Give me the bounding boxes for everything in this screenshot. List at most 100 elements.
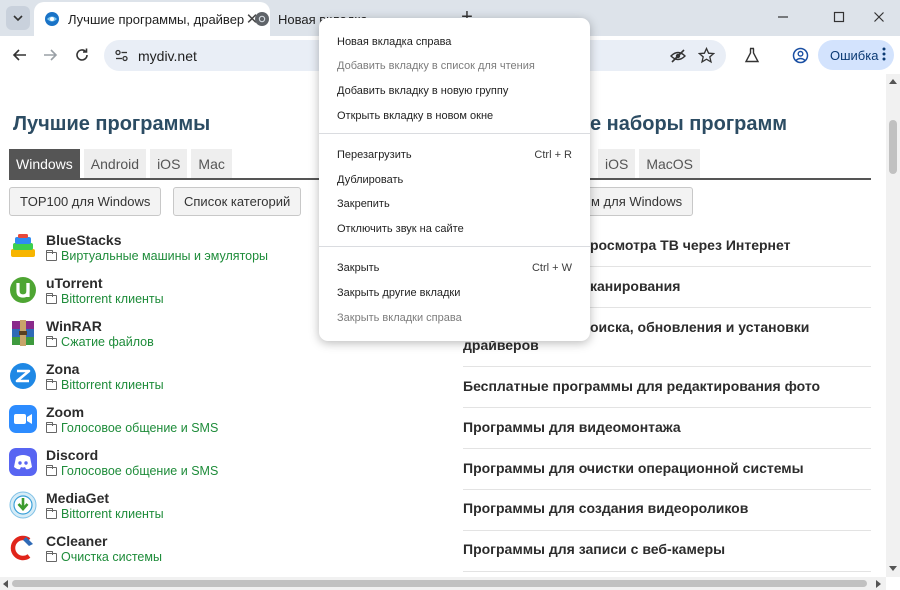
folder-icon [46, 292, 57, 304]
program-category[interactable]: Виртуальные машины и эмуляторы [46, 249, 268, 263]
folder-icon [46, 550, 57, 562]
forward-button[interactable] [36, 41, 64, 69]
profile-error-button[interactable]: Ошибка [818, 40, 894, 70]
program-name[interactable]: uTorrent [46, 275, 103, 291]
menu-close[interactable]: Закрыть Ctrl + W [319, 256, 590, 280]
menu-item-label: Закрепить [337, 198, 390, 210]
best-programs-title: Лучшие программы [13, 113, 211, 135]
divider [463, 530, 871, 531]
menu-new-tab-right[interactable]: Новая вкладка справа [319, 30, 590, 54]
close-window-button[interactable] [856, 0, 900, 34]
labs-button[interactable] [738, 41, 766, 69]
eye-off-icon[interactable] [670, 48, 686, 64]
zona-icon [10, 363, 36, 389]
program-category[interactable]: Голосовое общение и SMS [46, 421, 218, 435]
more-vert-icon[interactable] [882, 46, 886, 62]
set-item-video-creation[interactable]: Программы для создания видеороликов [463, 499, 871, 517]
set-item-webcam[interactable]: Программы для записи с веб-камеры [463, 540, 871, 558]
program-name[interactable]: Zoom [46, 404, 84, 420]
tab-ios[interactable]: iOS [598, 149, 636, 178]
menu-item-label: Добавить вкладку в новую группу [337, 85, 509, 97]
menu-duplicate[interactable]: Дублировать [319, 168, 590, 192]
scroll-down-icon[interactable] [889, 566, 897, 572]
horizontal-scrollbar[interactable] [0, 577, 886, 590]
program-category[interactable]: Bittorrent клиенты [46, 292, 164, 306]
vertical-scrollbar[interactable] [886, 74, 900, 577]
program-category[interactable]: Bittorrent клиенты [46, 378, 164, 392]
program-name[interactable]: BlueStacks [46, 232, 121, 248]
program-name[interactable]: WinRAR [46, 318, 102, 334]
menu-reload[interactable]: Перезагрузить Ctrl + R [319, 143, 590, 167]
category-label[interactable]: Очистка системы [61, 550, 162, 564]
site-info-icon[interactable] [114, 48, 129, 63]
program-name[interactable]: Discord [46, 447, 98, 463]
program-sets-title: е наборы программ [590, 113, 788, 135]
tab-ios[interactable]: iOS [150, 149, 188, 178]
set-item-video-editing[interactable]: Программы для видеомонтажа [463, 418, 871, 436]
category-label[interactable]: Голосовое общение и SMS [61, 464, 218, 478]
vertical-scroll-thumb[interactable] [889, 120, 897, 174]
program-item-zoom[interactable]: Zoom Голосовое общение и SMS [9, 404, 339, 446]
set-item-scan[interactable]: канирования [590, 277, 871, 295]
zoom-icon [9, 405, 37, 433]
category-label[interactable]: Bittorrent клиенты [61, 507, 164, 521]
program-name[interactable]: MediaGet [46, 490, 109, 506]
category-label[interactable]: Виртуальные машины и эмуляторы [61, 249, 268, 263]
tab-macos[interactable]: MacOS [639, 149, 701, 178]
set-item-tv[interactable]: росмотра ТВ через Интернет [590, 236, 871, 254]
category-label[interactable]: Голосовое общение и SMS [61, 421, 218, 435]
tab-context-menu: Новая вкладка справа Добавить вкладку в … [319, 18, 590, 341]
tab-android[interactable]: Android [83, 149, 147, 178]
program-item-ccleaner[interactable]: CCleaner Очистка системы [9, 533, 339, 575]
top100-button[interactable]: TOP100 для Windows [9, 187, 162, 216]
menu-separator [319, 246, 590, 247]
category-label[interactable]: Bittorrent клиенты [61, 378, 164, 392]
mediaget-icon [9, 491, 37, 519]
scroll-up-icon[interactable] [889, 78, 897, 84]
categories-button[interactable]: Список категорий [173, 187, 302, 216]
menu-close-other-tabs[interactable]: Закрыть другие вкладки [319, 281, 590, 305]
sets-platform-tabs: iOS MacOS [598, 149, 704, 178]
tab-search-button[interactable] [6, 6, 30, 30]
scroll-right-icon[interactable] [876, 580, 882, 588]
folder-icon [46, 464, 57, 476]
program-item-utorrent[interactable]: uTorrent Bittorrent клиенты [9, 275, 339, 317]
menu-pin[interactable]: Закрепить [319, 192, 590, 216]
program-item-zona[interactable]: Zona Bittorrent клиенты [9, 361, 339, 403]
tab-active[interactable]: Лучшие программы, драйвера ✕ [34, 2, 270, 36]
program-item-winrar[interactable]: WinRAR Сжатие файлов [9, 318, 339, 360]
menu-add-to-new-group[interactable]: Добавить вкладку в новую группу [319, 79, 590, 103]
program-category[interactable]: Сжатие файлов [46, 335, 154, 349]
program-item-bluestacks[interactable]: BlueStacks Виртуальные машины и эмулятор… [9, 232, 339, 274]
minimize-button[interactable] [760, 0, 806, 34]
address-url[interactable]: mydiv.net [138, 48, 197, 64]
folder-icon [46, 335, 57, 347]
reload-button[interactable] [68, 41, 96, 69]
divider [463, 489, 871, 490]
program-item-discord[interactable]: Discord Голосовое общение и SMS [9, 447, 339, 489]
menu-open-in-new-window[interactable]: Открыть вкладку в новом окне [319, 104, 590, 128]
program-item-mediaget[interactable]: MediaGet Bittorrent клиенты [9, 490, 339, 532]
scroll-left-icon[interactable] [2, 580, 8, 588]
category-label[interactable]: Bittorrent клиенты [61, 292, 164, 306]
program-category[interactable]: Bittorrent клиенты [46, 507, 164, 521]
discord-icon [9, 448, 37, 476]
menu-item-label: Закрыть [337, 262, 380, 274]
flask-icon [744, 47, 760, 63]
tab-windows[interactable]: Windows [9, 149, 80, 178]
reload-icon [76, 48, 88, 61]
program-category[interactable]: Очистка системы [46, 550, 162, 564]
program-category[interactable]: Голосовое общение и SMS [46, 464, 218, 478]
account-button[interactable] [786, 41, 814, 69]
menu-mute-site[interactable]: Отключить звук на сайте [319, 217, 590, 241]
horizontal-scroll-thumb[interactable] [12, 580, 867, 587]
bookmark-star-icon[interactable] [698, 47, 715, 64]
program-name[interactable]: CCleaner [46, 533, 107, 549]
tab-mac[interactable]: Mac [191, 149, 232, 178]
utorrent-icon [10, 277, 36, 303]
set-item-photo[interactable]: Бесплатные программы для редактирования … [463, 377, 871, 395]
category-label[interactable]: Сжатие файлов [61, 335, 154, 349]
set-item-os-cleanup[interactable]: Программы для очистки операционной систе… [463, 459, 871, 477]
back-button[interactable] [6, 41, 34, 69]
program-name[interactable]: Zona [46, 361, 79, 377]
